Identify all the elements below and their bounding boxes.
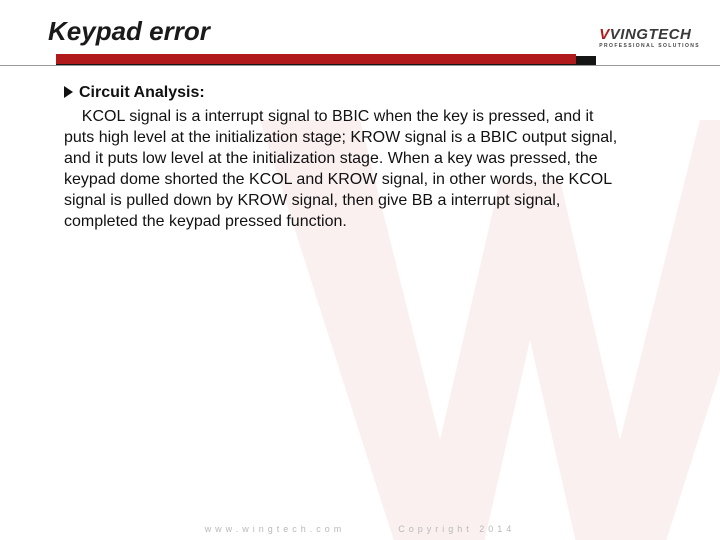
footer-copyright: Copyright 2014 xyxy=(398,524,515,534)
brand-name: VVINGTECH xyxy=(599,26,700,43)
brand-rest: VINGTECH xyxy=(610,26,692,43)
bar-red xyxy=(56,54,576,64)
bar-grey-line xyxy=(0,65,720,66)
bullet-heading-row: Circuit Analysis: xyxy=(64,82,624,104)
title-underline xyxy=(0,54,720,66)
body-paragraph: KCOL signal is a interrupt signal to BBI… xyxy=(64,106,624,233)
footer: www.wingtech.com Copyright 2014 xyxy=(0,524,720,534)
slide-root: Keypad error VVINGTECH PROFESSIONAL SOLU… xyxy=(0,0,720,540)
brand-logo: VVINGTECH PROFESSIONAL SOLUTIONS xyxy=(599,26,700,49)
footer-url: www.wingtech.com xyxy=(205,524,346,534)
body: Circuit Analysis: KCOL signal is a inter… xyxy=(64,82,624,232)
brand-tagline: PROFESSIONAL SOLUTIONS xyxy=(599,43,700,49)
brand-prefix: V xyxy=(599,26,610,43)
bullet-heading: Circuit Analysis: xyxy=(79,82,205,104)
chevron-icon xyxy=(64,86,73,98)
page-title: Keypad error xyxy=(48,16,210,47)
